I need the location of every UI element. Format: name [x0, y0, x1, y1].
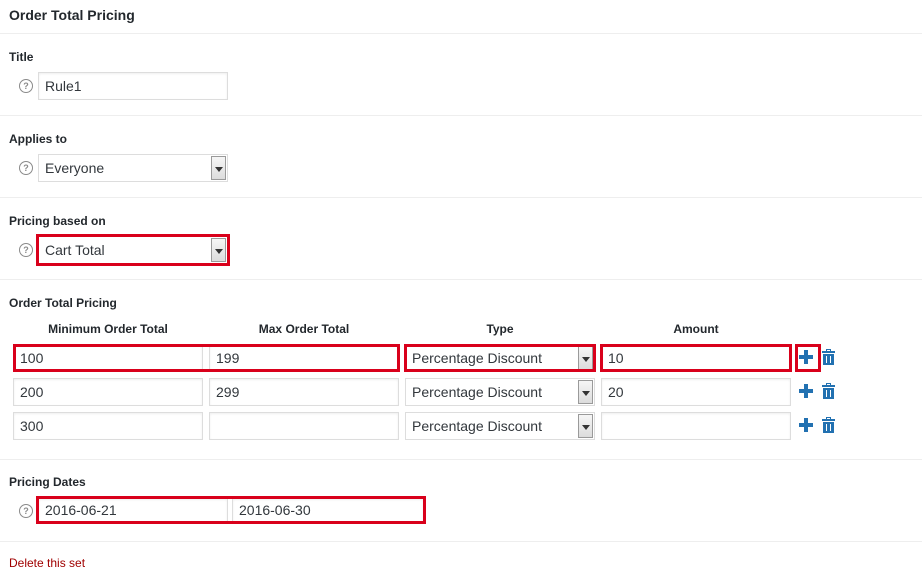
question-circle-icon[interactable]: ? [19, 243, 33, 257]
column-header-type: Type [486, 322, 514, 336]
min-order-total-input[interactable]: 100 [13, 344, 203, 372]
pricing-based-on-label: Pricing based on [9, 214, 106, 228]
type-value: Percentage Discount [412, 418, 542, 434]
date-from-input[interactable]: 2016-06-21 [38, 498, 228, 522]
pricing-based-on-section: Pricing based on ? Cart Total [0, 198, 922, 280]
type-select[interactable]: Percentage Discount [405, 344, 595, 372]
plus-icon[interactable] [799, 384, 813, 398]
panel-title: Order Total Pricing [9, 7, 135, 23]
applies-to-label: Applies to [9, 132, 68, 146]
chevron-down-icon[interactable] [578, 380, 593, 404]
applies-to-value: Everyone [45, 160, 105, 176]
title-input[interactable]: Rule1 [38, 72, 228, 100]
pricing-based-on-value: Cart Total [45, 242, 105, 258]
title-label: Title [9, 50, 34, 64]
trash-icon[interactable] [822, 417, 835, 433]
chevron-down-icon[interactable] [578, 414, 593, 438]
column-header-amount: Amount [673, 322, 719, 336]
title-section: Title ? Rule1 [0, 34, 922, 116]
max-order-total-input[interactable]: 299 [209, 378, 399, 406]
max-order-total-input[interactable] [209, 412, 399, 440]
max-order-total-input[interactable]: 199 [209, 344, 399, 372]
amount-input[interactable]: 20 [601, 378, 791, 406]
chevron-down-icon[interactable] [211, 238, 226, 262]
min-order-total-input[interactable]: 200 [13, 378, 203, 406]
question-circle-icon[interactable]: ? [19, 504, 33, 518]
amount-input[interactable]: 10 [601, 344, 791, 372]
type-select[interactable]: Percentage Discount [405, 412, 595, 440]
min-order-total-input[interactable]: 300 [13, 412, 203, 440]
chevron-down-icon[interactable] [578, 346, 593, 370]
plus-icon[interactable] [799, 418, 813, 432]
date-to-input[interactable]: 2016-06-30 [232, 498, 424, 522]
type-select[interactable]: Percentage Discount [405, 378, 595, 406]
column-header-min: Minimum Order Total [48, 322, 168, 336]
amount-input[interactable] [601, 412, 791, 440]
pricing-dates-section: Pricing Dates ? 2016-06-21 2016-06-30 [0, 460, 922, 542]
pricing-dates-label: Pricing Dates [9, 475, 86, 489]
type-value: Percentage Discount [412, 384, 542, 400]
question-circle-icon[interactable]: ? [19, 79, 33, 93]
column-header-max: Max Order Total [258, 322, 350, 336]
plus-icon[interactable] [799, 350, 813, 364]
delete-set-link[interactable]: Delete this set [9, 556, 85, 570]
trash-icon[interactable] [822, 383, 835, 399]
trash-icon[interactable] [822, 349, 835, 365]
panel-header: Order Total Pricing [0, 0, 922, 34]
order-total-pricing-label: Order Total Pricing [9, 296, 117, 310]
applies-to-section: Applies to ? Everyone [0, 116, 922, 198]
applies-to-select[interactable]: Everyone [38, 154, 228, 182]
pricing-based-on-select[interactable]: Cart Total [38, 236, 228, 264]
chevron-down-icon[interactable] [211, 156, 226, 180]
type-value: Percentage Discount [412, 350, 542, 366]
question-circle-icon[interactable]: ? [19, 161, 33, 175]
